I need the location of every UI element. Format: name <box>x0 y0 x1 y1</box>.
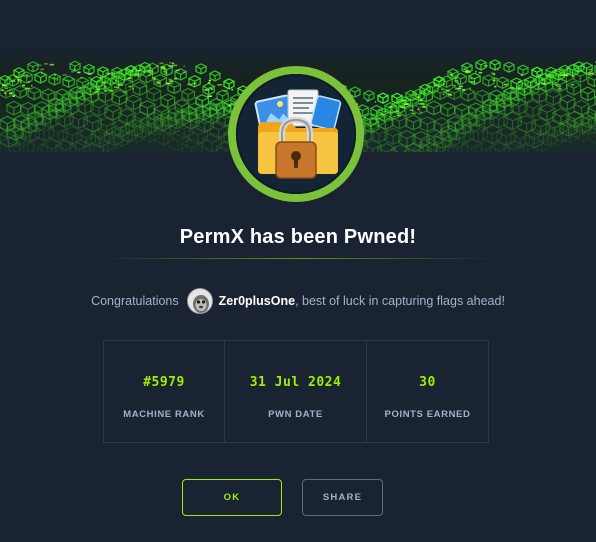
pwned-title: PermX has been Pwned! <box>179 226 417 248</box>
stat-machine-rank: #5979 MACHINE RANK <box>104 341 224 442</box>
congrats-prefix: Congratulations <box>91 294 179 308</box>
share-button[interactable]: SHARE <box>302 479 383 516</box>
username-link[interactable]: Zer0plusOne <box>219 294 295 308</box>
stat-points-earned: 30 POINTS EARNED <box>366 341 488 442</box>
pwn-stats-panel: #5979 MACHINE RANK 31 Jul 2024 PWN DATE … <box>103 340 489 443</box>
stat-value: #5979 <box>143 375 185 390</box>
congratulations-line: Congratulations Zer0plusOne , best of lu… <box>0 287 596 315</box>
stat-value: 30 <box>419 375 436 390</box>
ok-button[interactable]: OK <box>182 479 282 516</box>
title-divider <box>100 258 496 259</box>
stat-label: POINTS EARNED <box>384 409 471 420</box>
stat-label: PWN DATE <box>268 409 323 420</box>
stat-value: 31 Jul 2024 <box>249 375 342 390</box>
congrats-suffix: , best of luck in capturing flags ahead! <box>295 294 505 308</box>
machine-badge <box>228 66 364 202</box>
locked-folder-icon <box>236 74 356 194</box>
stat-label: MACHINE RANK <box>123 409 205 420</box>
stat-pwn-date: 31 Jul 2024 PWN DATE <box>224 341 366 442</box>
user-avatar[interactable] <box>186 288 213 314</box>
